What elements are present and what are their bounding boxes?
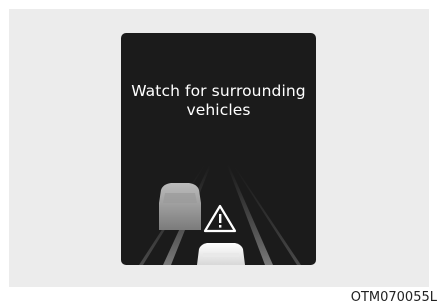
own-car-icon [197, 243, 245, 265]
surrounding-car-icon [159, 183, 201, 230]
cluster-display: Watch for surrounding vehicles [121, 33, 316, 265]
figure-code: OTM070055L [350, 291, 437, 305]
road-scene [139, 165, 301, 265]
warning-triangle-icon [203, 204, 237, 233]
lane-line-outer-right [233, 165, 301, 265]
